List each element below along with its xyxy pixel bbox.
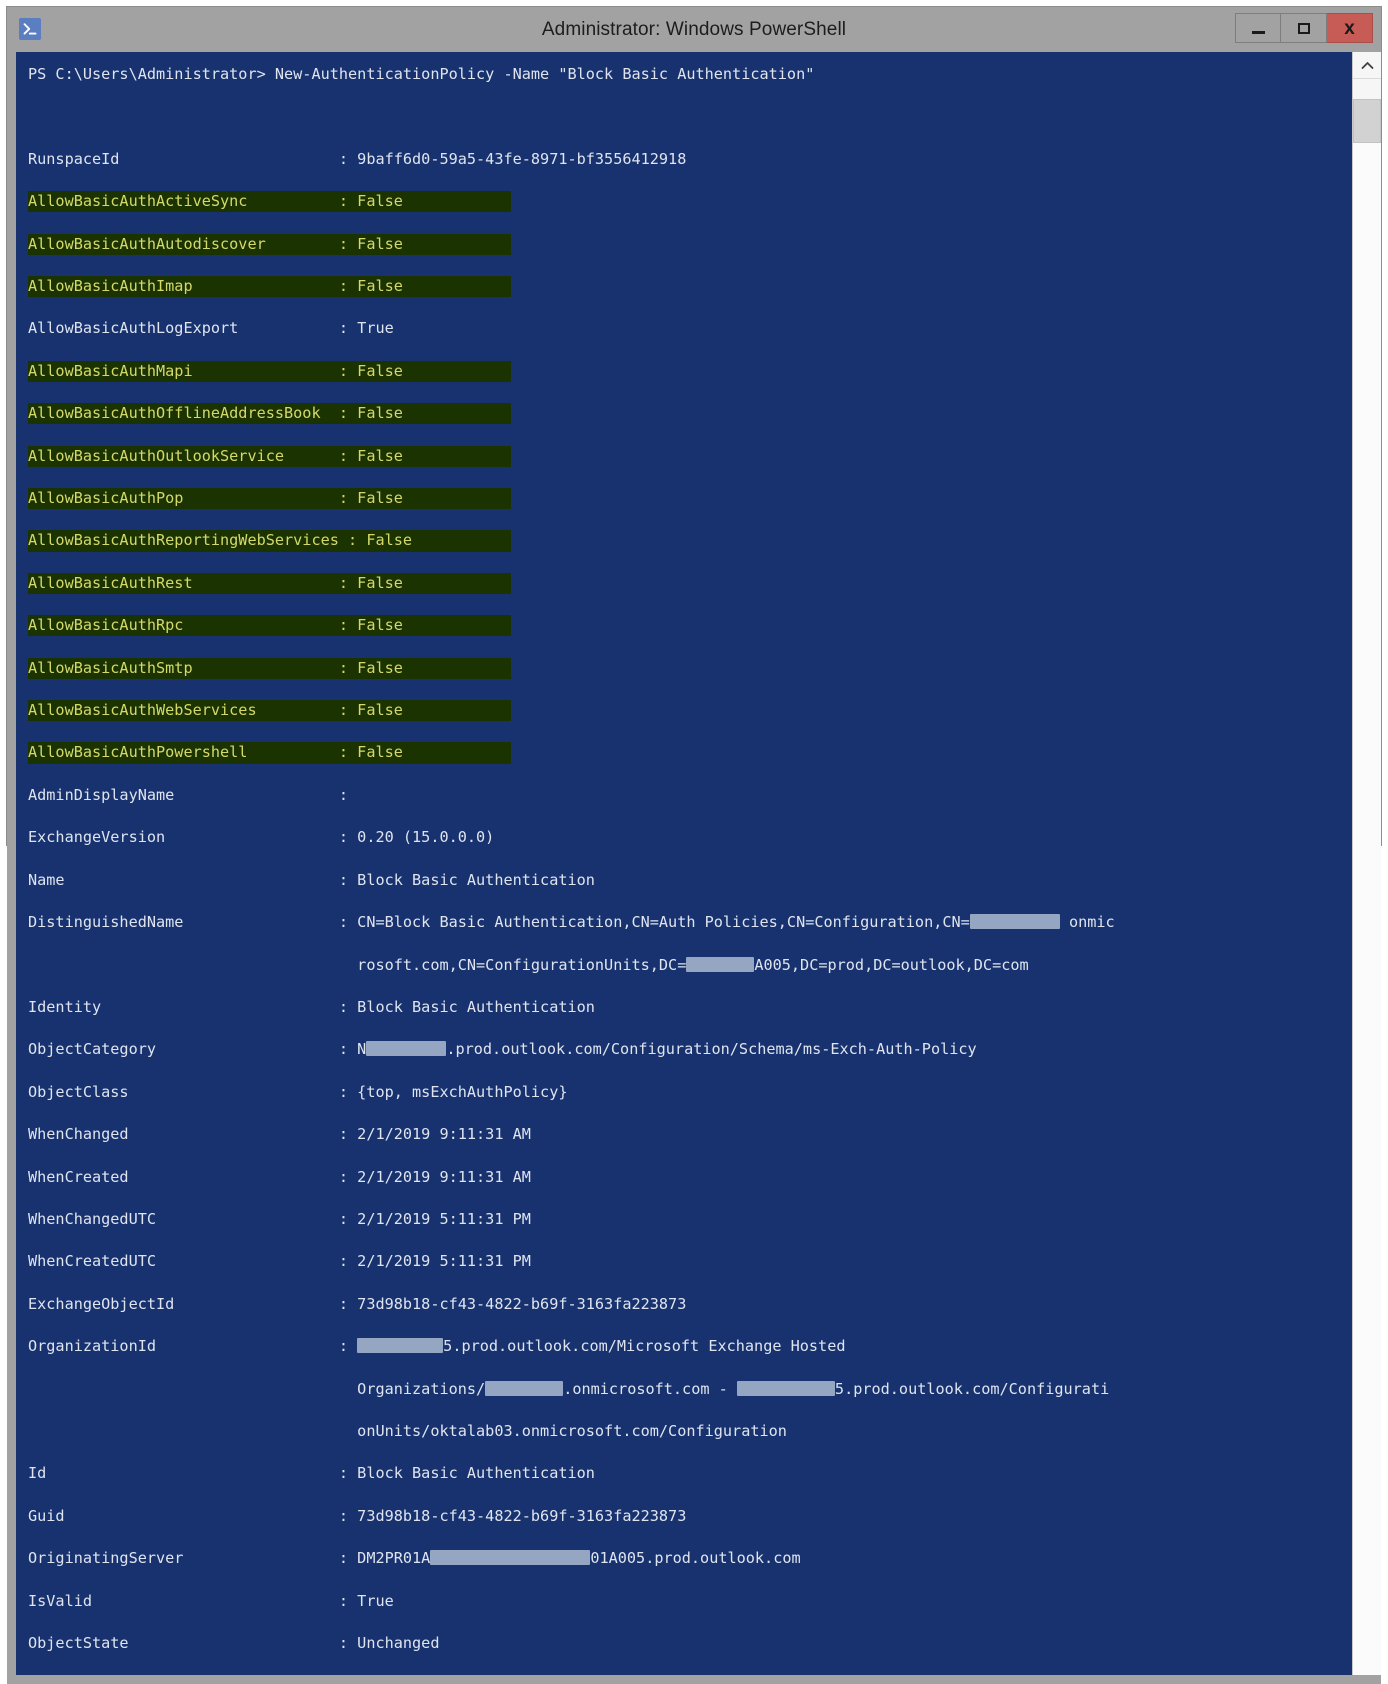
- output-line: ExchangeVersion : 0.20 (15.0.0.0): [28, 828, 495, 847]
- redaction-block: [969, 914, 1060, 930]
- highlighted-output-line: AllowBasicAuthPowershell : False: [28, 742, 511, 764]
- output-line: AdminDisplayName :: [28, 785, 349, 804]
- scrollbar-track[interactable]: [1353, 143, 1381, 1676]
- redaction-block: [686, 956, 755, 972]
- output-line: RunspaceId : 9baff6d0-59a5-43fe-8971-bf3…: [28, 149, 687, 168]
- output-line: rosoft.com,CN=ConfigurationUnits,DC= A005…: [28, 955, 1029, 974]
- vertical-scrollbar[interactable]: [1352, 52, 1381, 1676]
- highlighted-output-line: AllowBasicAuthWebServices : False: [28, 700, 511, 722]
- output-line: ObjectCategory : N .prod.outlook.com/Conf…: [28, 1040, 977, 1059]
- maximize-icon: [1297, 22, 1310, 34]
- output-line: PS C:\Users\Administrator> New-Authentic…: [28, 65, 815, 83]
- minimize-icon: [1251, 30, 1265, 34]
- highlighted-output-line: AllowBasicAuthOfflineAddressBook : False: [28, 403, 511, 425]
- redaction-block: [736, 1380, 835, 1396]
- redaction-block: [366, 1041, 447, 1057]
- close-button[interactable]: x: [1327, 13, 1373, 43]
- powershell-icon: [19, 18, 41, 40]
- console-text: PS C:\Users\Administrator> New-Authentic…: [28, 64, 1352, 1675]
- output-line: Guid : 73d98b18-cf43-4822-b69f-3163fa223…: [28, 1506, 687, 1525]
- redaction-block: [357, 1338, 444, 1354]
- output-line: Name : Block Basic Authentication: [28, 870, 595, 889]
- highlighted-output-line: AllowBasicAuthSmtp : False: [28, 657, 511, 679]
- output-line: WhenCreated : 2/1/2019 9:11:31 AM: [28, 1167, 531, 1186]
- output-line: OriginatingServer : DM2PR01A 01A005.prod.…: [28, 1549, 801, 1568]
- close-icon: x: [1344, 17, 1355, 39]
- console-area: PS C:\Users\Administrator> New-Authentic…: [7, 52, 1381, 1684]
- maximize-button[interactable]: [1281, 13, 1327, 43]
- redaction-block: [485, 1380, 564, 1396]
- highlighted-output-line: AllowBasicAuthReportingWebServices : Fal…: [28, 530, 511, 552]
- highlighted-output-line: AllowBasicAuthAutodiscover : False: [28, 233, 511, 255]
- console-output[interactable]: PS C:\Users\Administrator> New-Authentic…: [16, 52, 1352, 1676]
- highlighted-output-line: AllowBasicAuthRpc : False: [28, 615, 511, 637]
- output-line: onUnits/oktalab03.onmicrosoft.com/Config…: [28, 1421, 787, 1440]
- scrollbar-thumb[interactable]: [1353, 99, 1381, 143]
- output-line: OrganizationId : 5.prod.outlook.com/Micr…: [28, 1337, 846, 1356]
- minimize-button[interactable]: [1235, 13, 1281, 43]
- output-line: WhenCreatedUTC : 2/1/2019 5:11:31 PM: [28, 1252, 531, 1271]
- highlighted-output-line: AllowBasicAuthMapi : False: [28, 360, 511, 383]
- highlighted-output-line: AllowBasicAuthImap : False: [28, 276, 511, 298]
- output-line: DistinguishedName : CN=Block Basic Authe…: [28, 913, 1115, 932]
- output-line: ObjectClass : {top, msExchAuthPolicy}: [28, 1082, 568, 1101]
- highlighted-output-line: AllowBasicAuthRest : False: [28, 572, 511, 595]
- output-line: AllowBasicAuthLogExport : True: [28, 319, 394, 338]
- output-line: WhenChangedUTC : 2/1/2019 5:11:31 PM: [28, 1209, 531, 1228]
- highlighted-output-line: AllowBasicAuthActiveSync : False: [28, 191, 511, 213]
- output-line: WhenChanged : 2/1/2019 9:11:31 AM: [28, 1125, 531, 1144]
- highlighted-output-line: AllowBasicAuthPop : False: [28, 488, 511, 510]
- redaction-block: [430, 1550, 591, 1566]
- highlighted-output-line: AllowBasicAuthOutlookService : False: [28, 445, 511, 467]
- output-line: Identity : Block Basic Authentication: [28, 997, 595, 1016]
- output-line: ExchangeObjectId : 73d98b18-cf43-4822-b6…: [28, 1294, 687, 1313]
- window-controls: x: [1235, 13, 1373, 43]
- output-line: Id : Block Basic Authentication: [28, 1464, 595, 1483]
- scroll-up-button[interactable]: [1353, 52, 1381, 79]
- output-line: IsValid : True: [28, 1591, 394, 1610]
- title-bar[interactable]: Administrator: Windows PowerShell x: [7, 7, 1381, 52]
- output-line: ObjectState : Unchanged: [28, 1634, 440, 1652]
- scrollbar-gap: [1353, 79, 1381, 99]
- window-title: Administrator: Windows PowerShell: [541, 19, 847, 40]
- powershell-window: Administrator: Windows PowerShell x PS C…: [6, 6, 1382, 1684]
- output-line: Organizations/.onmicrosoft.com - 5.prod.…: [28, 1379, 1110, 1398]
